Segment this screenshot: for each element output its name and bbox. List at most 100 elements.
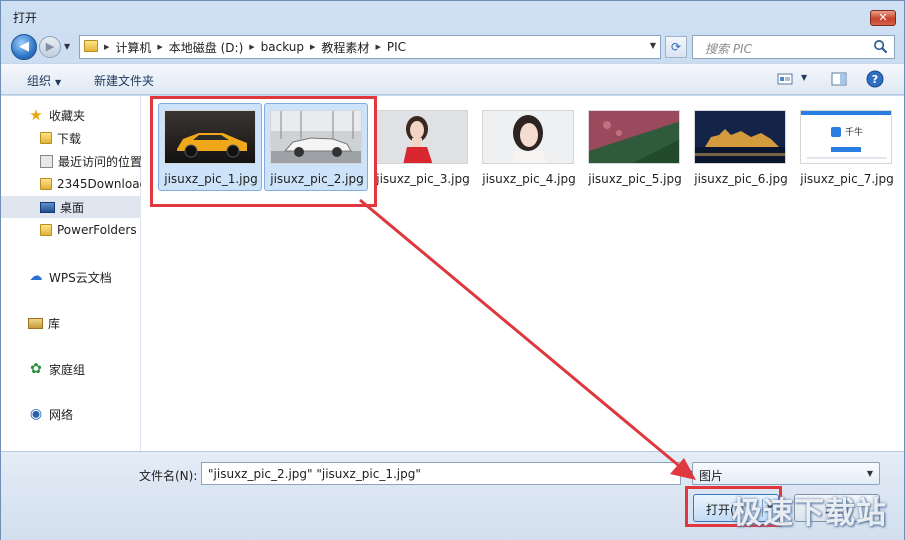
sidebar-item-label: 2345Downloads: [57, 177, 141, 191]
command-bar: 组织 ▼ 新建文件夹 ▼ ?: [1, 63, 904, 95]
breadcrumb-computer[interactable]: 计算机: [115, 39, 151, 56]
qianniu-logo-text: 千牛: [845, 128, 864, 138]
library-icon: [28, 317, 43, 329]
new-folder-button[interactable]: 新建文件夹: [94, 72, 154, 89]
refresh-button[interactable]: ⟳: [665, 36, 687, 58]
folder-icon: [40, 132, 52, 144]
file-item[interactable]: jisuxz_pic_6.jpg: [688, 103, 792, 191]
thumbnail-yellow-suv: [164, 110, 256, 164]
sidebar-item-label: 收藏夹: [49, 108, 86, 123]
view-dropdown-icon[interactable]: ▼: [801, 73, 807, 82]
sidebar-item-downloads[interactable]: 下载: [1, 127, 141, 149]
file-type-select[interactable]: 图片 ▼: [692, 462, 880, 485]
file-name: jisuxz_pic_3.jpg: [376, 172, 470, 186]
breadcrumb-separator-icon[interactable]: ▶: [310, 43, 315, 51]
network-icon: ◉: [29, 406, 43, 422]
thumbnail-white-sports-car: [270, 110, 362, 164]
file-name: jisuxz_pic_5.jpg: [588, 172, 682, 186]
file-item[interactable]: 千牛 jisuxz_pic_7.jpg: [794, 103, 898, 191]
file-item[interactable]: jisuxz_pic_1.jpg: [158, 103, 262, 191]
search-placeholder: 搜索 PIC: [705, 42, 752, 56]
open-button-label: 打开(O): [706, 503, 749, 517]
file-name: jisuxz_pic_7.jpg: [800, 172, 894, 186]
recent-pages-dropdown-icon[interactable]: ▼: [64, 42, 70, 51]
filename-label: 文件名(N):: [139, 469, 198, 483]
breadcrumb-separator-icon[interactable]: ▶: [157, 43, 162, 51]
forward-arrow-icon: ▶: [45, 40, 55, 53]
sidebar-item-network[interactable]: ◉ 网络: [1, 403, 141, 425]
star-icon: ★: [29, 106, 43, 124]
breadcrumb-separator-icon[interactable]: ▶: [104, 43, 109, 51]
cloud-icon: ☁: [29, 269, 43, 284]
thumbnail-aerial-field: [588, 110, 680, 164]
sidebar-item-wps-cloud[interactable]: ☁ WPS云文档: [1, 266, 141, 288]
file-item[interactable]: jisuxz_pic_2.jpg: [264, 103, 368, 191]
breadcrumb-separator-icon[interactable]: ▶: [249, 43, 254, 51]
back-button[interactable]: ◀: [11, 34, 37, 60]
split-divider: [762, 499, 763, 517]
sidebar-item-favorites[interactable]: ★ 收藏夹: [1, 104, 141, 126]
help-icon[interactable]: ?: [866, 70, 884, 88]
sidebar-item-homegroup[interactable]: ✿ 家庭组: [1, 358, 141, 380]
sidebar-item-label: PowerFolders: [57, 223, 137, 237]
file-name: jisuxz_pic_1.jpg: [164, 172, 258, 186]
svg-text:?: ?: [872, 73, 878, 86]
sidebar-item-label: 库: [48, 316, 61, 331]
file-item[interactable]: jisuxz_pic_3.jpg: [370, 103, 474, 191]
open-file-dialog: 打开 ✕ ◀ ▶ ▼ ▶ 计算机 ▶ 本地磁盘 (D:) ▶ backup ▶ …: [0, 0, 905, 540]
sidebar-item-powerfolders[interactable]: PowerFolders: [1, 219, 141, 241]
recent-places-icon: [40, 154, 53, 168]
sidebar-item-label: 最近访问的位置: [58, 154, 141, 169]
file-selection-panel: 文件名(N): "jisuxz_pic_2.jpg" "jisuxz_pic_1…: [1, 451, 904, 540]
sidebar-item-2345downloads[interactable]: 2345Downloads: [1, 173, 141, 195]
file-item[interactable]: jisuxz_pic_5.jpg: [582, 103, 686, 191]
folder-icon: [40, 178, 52, 190]
thumbnail-woman-red-dress: [376, 110, 468, 164]
breadcrumb-drive-d[interactable]: 本地磁盘 (D:): [169, 39, 243, 56]
sidebar-item-label: 桌面: [60, 200, 85, 215]
search-icon[interactable]: [873, 39, 888, 54]
address-dropdown-icon[interactable]: ▼: [650, 41, 656, 50]
folder-icon: [84, 40, 98, 52]
open-options-dropdown-icon[interactable]: ▼: [767, 503, 773, 512]
cancel-button[interactable]: 取消: [794, 494, 880, 522]
forward-button[interactable]: ▶: [39, 36, 61, 58]
breadcrumb-separator-icon[interactable]: ▶: [375, 43, 380, 51]
file-name: jisuxz_pic_6.jpg: [694, 172, 788, 186]
breadcrumb: ▶ 计算机 ▶ 本地磁盘 (D:) ▶ backup ▶ 教程素材 ▶ PIC: [104, 36, 406, 58]
back-arrow-icon: ◀: [19, 39, 29, 54]
chevron-down-icon: ▼: [55, 78, 62, 87]
navigation-bar: ◀ ▶ ▼ ▶ 计算机 ▶ 本地磁盘 (D:) ▶ backup ▶ 教程素材 …: [1, 31, 904, 61]
title-bar: 打开 ✕: [1, 1, 904, 31]
refresh-icon: ⟳: [670, 40, 682, 54]
sidebar-item-libraries[interactable]: 库: [1, 312, 141, 334]
sidebar-item-label: 下载: [57, 131, 82, 146]
homegroup-icon: ✿: [30, 361, 42, 377]
close-button[interactable]: ✕: [870, 10, 896, 26]
open-button[interactable]: 打开(O) ▼: [693, 494, 779, 522]
organize-menu[interactable]: 组织 ▼: [27, 72, 61, 89]
sidebar-item-label: 网络: [49, 407, 74, 422]
preview-pane-icon[interactable]: [831, 71, 847, 87]
breadcrumb-backup[interactable]: backup: [261, 40, 304, 54]
sidebar-item-label: 家庭组: [49, 362, 86, 377]
sidebar-item-recent-places[interactable]: 最近访问的位置: [1, 150, 141, 172]
cancel-button-label: 取消: [824, 503, 849, 517]
sidebar-item-desktop[interactable]: 桌面: [1, 196, 141, 218]
chevron-down-icon: ▼: [866, 469, 873, 478]
navigation-pane: ★ 收藏夹 下载 最近访问的位置 2345Downloads 桌面 PowerFo…: [1, 96, 141, 451]
search-input[interactable]: 搜索 PIC: [692, 35, 895, 59]
address-bar[interactable]: ▶ 计算机 ▶ 本地磁盘 (D:) ▶ backup ▶ 教程素材 ▶ PIC …: [79, 35, 661, 59]
desktop-icon: [40, 201, 55, 213]
filename-value: "jisuxz_pic_2.jpg" "jisuxz_pic_1.jpg": [208, 467, 421, 481]
file-item[interactable]: jisuxz_pic_4.jpg: [476, 103, 580, 191]
thumbnail-woman-portrait: [482, 110, 574, 164]
view-options-icon[interactable]: [777, 71, 793, 87]
breadcrumb-pic[interactable]: PIC: [387, 40, 406, 54]
breadcrumb-tutorial-materials[interactable]: 教程素材: [321, 39, 369, 56]
filename-input[interactable]: "jisuxz_pic_2.jpg" "jisuxz_pic_1.jpg" ▼: [201, 462, 694, 485]
file-type-value: 图片: [699, 469, 724, 483]
folder-icon: [40, 224, 52, 236]
file-list: jisuxz_pic_1.jpg jisuxz_pic_2.jpg jisuxz…: [142, 96, 904, 451]
thumbnail-qianniu-app: 千牛: [800, 110, 892, 164]
